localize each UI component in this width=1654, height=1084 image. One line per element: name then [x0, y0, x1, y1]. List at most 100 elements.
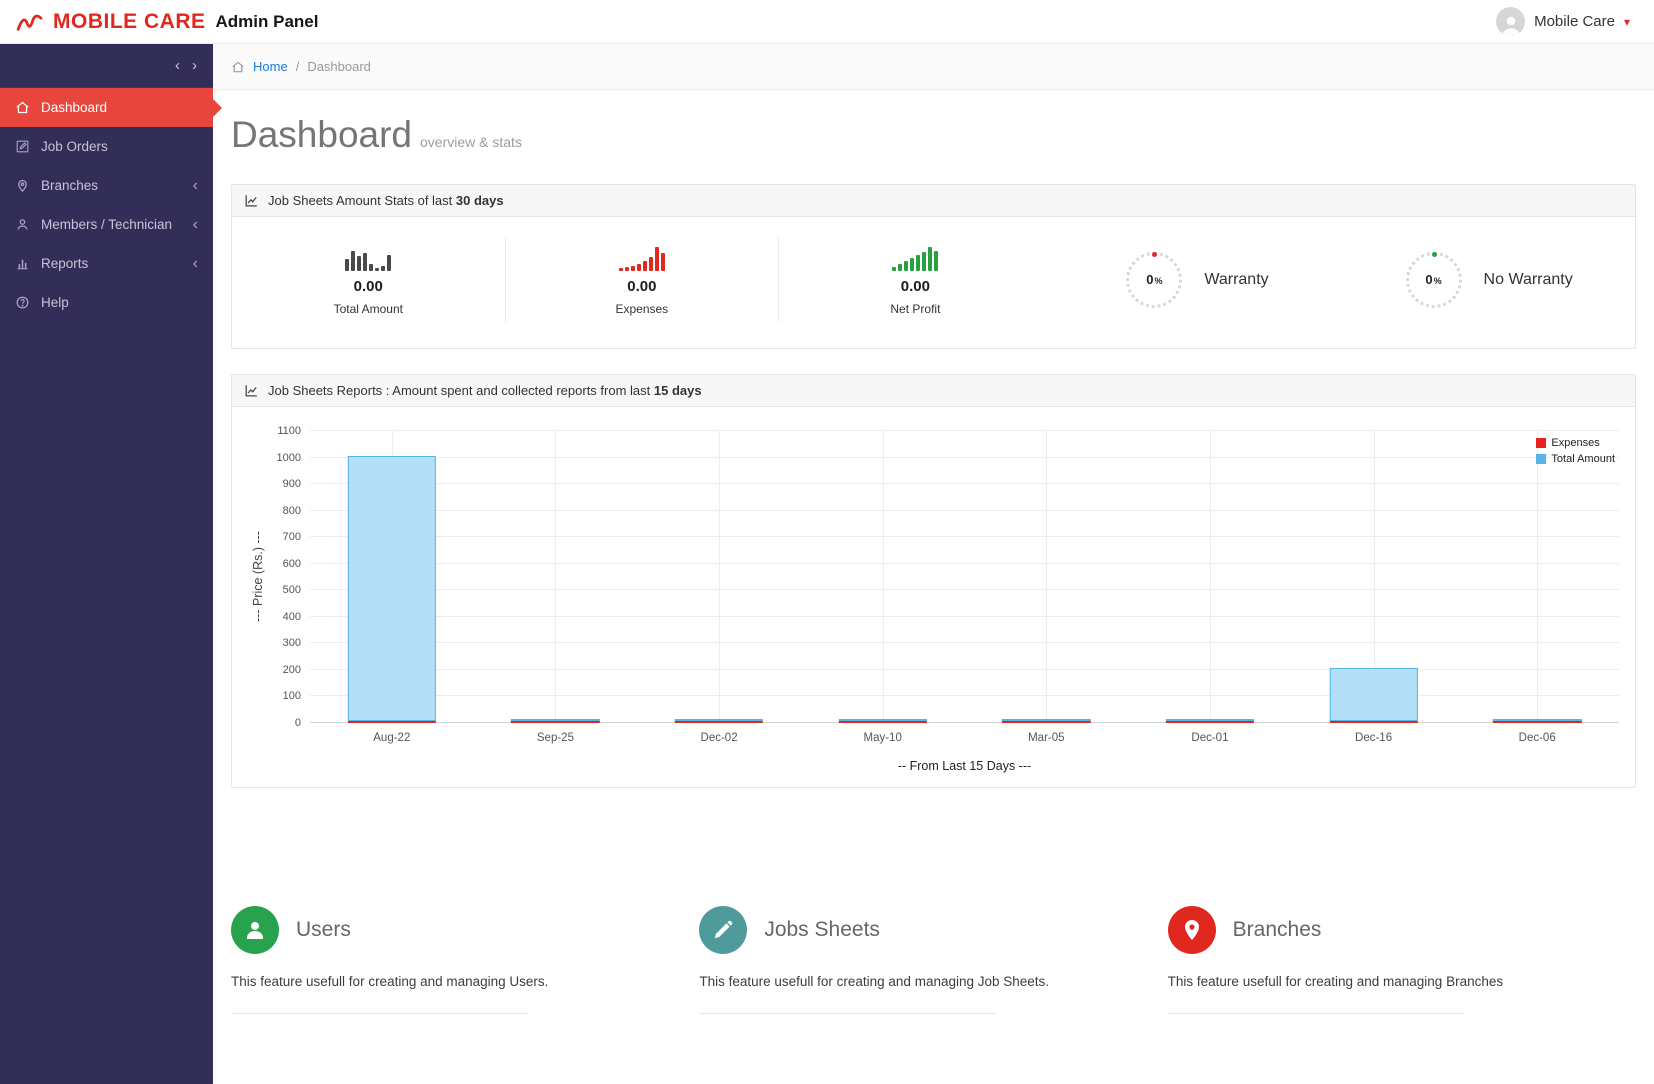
stat-expenses: 0.00 Expenses [506, 237, 780, 322]
bar-expenses [1165, 721, 1255, 723]
y-tick-label: 1000 [276, 451, 301, 464]
sidebar-item-branches[interactable]: Branches ‹ [0, 166, 213, 205]
stat-net-profit: 0.00 Net Profit [779, 237, 1052, 322]
legend-item-total-amount: Total Amount [1536, 453, 1615, 465]
breadcrumb-home-link[interactable]: Home [253, 59, 288, 74]
x-tick-label: Dec-01 [1191, 732, 1229, 744]
sparkline-expenses-icon [618, 243, 665, 271]
page-title: Dashboard overview & stats [231, 114, 1636, 156]
brand-suffix: Admin Panel [215, 11, 319, 31]
edit-icon [15, 139, 30, 154]
y-tick-label: 500 [282, 584, 301, 597]
chart-column-may-10: May-10 [801, 431, 965, 744]
feature-title: Users [296, 918, 351, 941]
divider [699, 1013, 996, 1014]
knob-label: Warranty [1204, 270, 1269, 288]
legend-swatch [1536, 454, 1547, 464]
home-icon [231, 60, 245, 74]
bar-total-amount [347, 455, 436, 721]
chart-column-mar-05: Mar-05 [965, 431, 1129, 744]
legend-item-expenses: Expenses [1536, 437, 1615, 449]
stat-value: 0.00 [353, 278, 383, 295]
user-name: Mobile Care [1534, 13, 1615, 30]
feature-title: Jobs Sheets [764, 918, 880, 941]
chevron-left-icon: ‹ [192, 176, 198, 194]
sidebar-item-members-technician[interactable]: Members / Technician ‹ [0, 205, 213, 244]
x-tick-label: Sep-25 [536, 732, 574, 744]
bar-total-amount [511, 719, 600, 721]
chart-column-dec-01: Dec-01 [1128, 431, 1292, 744]
chevron-down-icon: ▾ [1623, 14, 1630, 29]
divider [231, 1013, 528, 1014]
stats-panel-title: Job Sheets Amount Stats of last 30 days [268, 193, 504, 208]
chart-column-dec-16: Dec-16 [1292, 431, 1456, 744]
y-tick-label: 600 [282, 557, 301, 570]
knob-value: 0% [1146, 272, 1163, 287]
help-icon [15, 295, 30, 310]
stat-label: Expenses [615, 302, 669, 316]
pin-icon [15, 178, 30, 193]
knob-dial: 0% [1405, 251, 1462, 308]
chart-icon [244, 383, 259, 398]
bar-total-amount [674, 719, 764, 721]
feature-description: This feature usefull for creating and ma… [1167, 974, 1504, 989]
y-tick-label: 300 [282, 637, 301, 650]
sidebar-item-label: Job Orders [41, 139, 108, 154]
bar-total-amount [1493, 719, 1582, 721]
sidebar-item-help[interactable]: Help [0, 283, 213, 322]
page-title-text: Dashboard [231, 114, 413, 155]
knob-no-warranty: 0% No Warranty [1343, 251, 1635, 308]
y-axis-label: --- Price (Rs.) --- [251, 531, 265, 623]
sidebar: ‹ › Dashboard Job Orders Branches ‹ Members … [0, 44, 222, 1084]
app: MOBILE CARE Admin Panel Mobile Care ▾ ‹ … [0, 0, 1654, 1084]
sidebar-item-label: Dashboard [41, 100, 108, 115]
collapse-left-icon[interactable]: ‹ [175, 57, 180, 74]
knob-warranty: 0% Warranty [1052, 251, 1344, 308]
bar-total-amount [1329, 667, 1418, 721]
stats-row: 0.00 Total Amount 0.00 Expenses 0.00 Net Prof… [232, 217, 1635, 348]
bar-chart-icon [15, 256, 30, 271]
stat-label: Net Profit [890, 302, 941, 316]
y-tick-label: 0 [294, 717, 301, 729]
sidebar-item-label: Members / Technician [41, 217, 173, 232]
chart-legend: Expenses Total Amount [1536, 437, 1615, 465]
sparkline-net-profit-icon [892, 243, 939, 271]
user-icon [15, 217, 30, 232]
user-menu[interactable]: Mobile Care ▾ [1496, 7, 1638, 36]
y-tick-label: 700 [282, 531, 301, 544]
chart-column-sep-25: Sep-25 [474, 431, 638, 744]
x-tick-label: Dec-02 [700, 732, 738, 744]
y-tick-label: 1100 [277, 425, 301, 437]
breadcrumb-separator: / [295, 59, 300, 74]
plot-area: Aug-22 Sep-25 Dec-02 May-10 Mar-05 Dec-01 Dec-… [310, 430, 1619, 744]
breadcrumb-current: Dashboard [307, 59, 371, 74]
brand: MOBILE CARE Admin Panel [16, 10, 318, 34]
brand-name: MOBILE CARE [53, 9, 206, 33]
stat-total-amount: 0.00 Total Amount [232, 237, 506, 322]
y-tick-label: 800 [282, 504, 301, 517]
avatar [1496, 7, 1526, 36]
x-axis-label: -- From Last 15 Days --- [897, 759, 1032, 773]
x-tick-label: May-10 [863, 732, 902, 744]
sidebar-item-reports[interactable]: Reports ‹ [0, 244, 213, 283]
legend-swatch [1536, 438, 1547, 448]
feature-card-users: Users This feature usefull for creating a… [231, 906, 699, 1014]
sidebar-item-job-orders[interactable]: Job Orders [0, 127, 213, 166]
feature-cards: Users This feature usefull for creating a… [231, 906, 1636, 1014]
knob-label: No Warranty [1483, 270, 1573, 288]
pencil-icon [699, 906, 748, 954]
stats-panel-header: Job Sheets Amount Stats of last 30 days [232, 185, 1635, 217]
stats-panel: Job Sheets Amount Stats of last 30 days … [231, 184, 1636, 349]
sidebar-collapse-controls: ‹ › [0, 44, 213, 88]
x-tick-label: Aug-22 [373, 732, 411, 744]
bar-expenses [838, 721, 927, 723]
feature-description: This feature usefull for creating and ma… [699, 974, 1050, 989]
sidebar-item-label: Branches [41, 178, 99, 193]
collapse-right-icon[interactable]: › [192, 57, 197, 74]
sidebar-item-dashboard[interactable]: Dashboard [0, 88, 222, 127]
y-tick-label: 400 [282, 610, 301, 623]
bar-expenses [1002, 721, 1091, 723]
sidebar-item-label: Help [41, 295, 69, 310]
sidebar-nav: Dashboard Job Orders Branches ‹ Members / Te… [0, 88, 222, 322]
user-icon [231, 906, 279, 954]
